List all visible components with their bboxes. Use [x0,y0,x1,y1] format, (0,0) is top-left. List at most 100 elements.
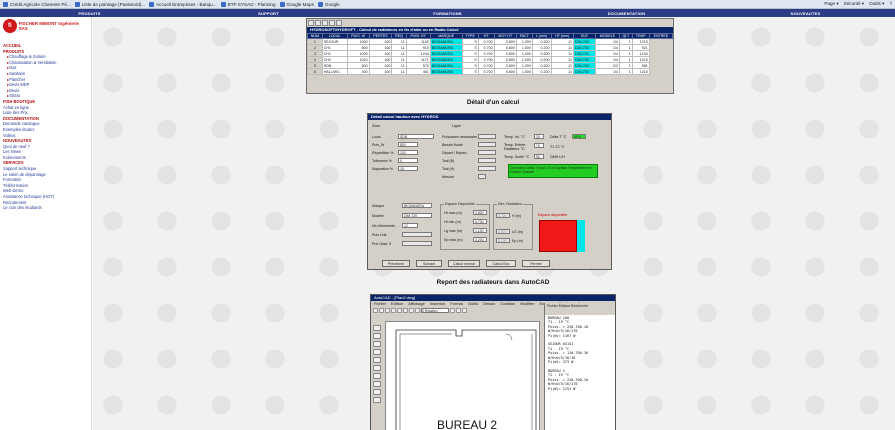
table-cell[interactable]: 461 [405,68,431,75]
input-tolerance[interactable]: 0 [398,158,418,163]
autocad-menu-item[interactable]: Cotation [500,301,515,307]
tool-icon[interactable] [462,308,467,313]
input-local[interactable]: SDB [398,134,434,139]
text-tool-icon[interactable] [373,365,381,371]
notepad-text[interactable]: BUREAU 100 T1 - 19 °C Puiss. = 220-700-1… [545,315,615,392]
rectangle-tool-icon[interactable] [373,341,381,347]
toolbar-button-icon[interactable] [315,20,321,26]
input-temp-entree[interactable]: 70 [534,143,544,148]
autocad-menu-item[interactable]: Affichage [408,301,425,307]
tool-icon[interactable] [391,308,396,313]
table-cell[interactable]: 6 [307,68,323,75]
help-menu[interactable]: ? [889,1,892,7]
hatch-tool-icon[interactable] [373,373,381,379]
site-logo[interactable]: fi FISCHER MIMONT Ingénierie SAS [3,19,88,33]
table-cell[interactable]: S [461,68,479,75]
input-modele[interactable]: DIM-720 [402,213,432,218]
move-tool-icon[interactable] [373,389,381,395]
favorite-link[interactable]: Google [317,1,340,7]
block-tool-icon[interactable] [373,381,381,387]
table-cell[interactable]: 0.200 [531,68,552,75]
nav-nouveautes[interactable]: NOUVEAUTES [716,11,895,16]
sidebar-item[interactable]: Le coin des étudiants [3,205,88,211]
line-tool-icon[interactable] [373,325,381,331]
table-cell[interactable]: 400 [346,68,370,75]
table-cell[interactable]: BIGSANDRA [429,68,463,75]
tools-menu[interactable]: Outils ▾ [869,1,884,7]
favorite-link[interactable]: Liste de pointage (Password)... [74,1,145,7]
toolbar-button-icon[interactable] [322,20,328,26]
table-cell[interactable]: 11 [391,68,407,75]
input-majoration[interactable]: 15 [398,166,418,171]
tool-icon[interactable] [415,308,420,313]
tool-icon[interactable] [373,308,378,313]
input-repartition[interactable]: 100 [398,150,418,155]
input-puis-w[interactable]: 800 [398,142,418,147]
autocad-menu-item[interactable]: Insertion [430,301,445,307]
nav-support[interactable]: SUPPORT [179,11,358,16]
autocad-menu-item[interactable]: Outils [468,301,478,307]
nav-formations[interactable]: FORMATIONS [358,11,537,16]
table-cell[interactable]: 1.000 [515,68,533,75]
arc-tool-icon[interactable] [373,349,381,355]
table-cell[interactable]: 0.800 [493,68,517,75]
table-cell[interactable]: HALL/WC [321,68,348,75]
rotate-tool-icon[interactable] [373,397,381,403]
autocad-menu-item[interactable]: Format [450,301,463,307]
toolbar-button-icon[interactable] [336,20,342,26]
drawing-canvas[interactable] [385,321,540,430]
input-ht-max[interactable]: 0.800 [473,210,487,215]
nav-produits[interactable]: PRODUITS [0,11,179,16]
tool-icon[interactable] [456,308,461,313]
calc-ecc-button[interactable]: Calcul Ecc [486,260,516,267]
input-temp-int[interactable]: 20 [534,134,544,139]
favorite-link[interactable]: Crédit Agricole Charente Pé... [3,1,71,7]
space-group-label: Espace Disponible [444,202,476,206]
input-ep-max[interactable]: 0.200 [473,237,487,242]
favorite-link[interactable]: Accueil Entreprises - Banqu... [149,1,217,7]
table-row[interactable]: 6 HALL/WC 400 100 11 461 BIGSANDRA S 0.700 0.800 1… [307,68,673,75]
calc-normal-button[interactable]: Calcul normal [448,260,480,267]
toolbar-button-icon[interactable] [329,20,335,26]
input-ht-min[interactable]: 0.700 [473,219,487,224]
toolbar-button-icon[interactable] [308,20,314,26]
table-cell[interactable]: 1/4 [595,68,620,75]
input-marque[interactable]: BIGSANDRA [402,203,432,208]
security-menu[interactable]: Sécurité ▾ [844,1,864,7]
input-nb-elements[interactable]: 12 [402,223,418,228]
tool-icon[interactable] [385,308,390,313]
table-cell[interactable]: 1 [618,68,633,75]
favorite-link[interactable]: Google Maps [279,1,314,7]
tool-icon[interactable] [397,308,402,313]
table-cell[interactable]: 11 [550,68,575,75]
input-lg-max[interactable]: 1.100 [473,228,487,233]
table-cell[interactable]: DIM-700 [572,68,597,75]
page-menu[interactable]: Page ▾ [824,1,838,7]
tab-ligne[interactable]: Ligne [452,124,461,128]
tool-icon[interactable] [379,308,384,313]
layer-select[interactable]: 0 Rotation [421,308,449,313]
floor-plan-drawing [395,329,537,430]
tool-icon[interactable] [409,308,414,313]
table-cell[interactable]: 1215 [631,68,650,75]
favorite-link[interactable]: BTP SYSAO - Planning [220,1,276,7]
input-temp-sortie[interactable]: 50 [534,154,544,159]
tool-icon[interactable] [450,308,455,313]
next-button[interactable]: Suivant [416,260,442,267]
close-button[interactable]: Fermer [522,260,550,267]
label-temp-entree: Temp. Entrée Radiateur °C [504,143,526,151]
table-cell[interactable]: 0.700 [477,68,495,75]
table-cell[interactable]: 100 [368,68,393,75]
autocad-menu-item[interactable]: Fichier [374,301,386,307]
autocad-menu-item[interactable]: Dessin [483,301,495,307]
autocad-menu-item[interactable]: Edition [391,301,403,307]
circle-tool-icon[interactable] [373,357,381,363]
notepad-menu[interactable]: Fichier Edition Recherche [545,303,615,315]
tab-zone[interactable]: Zone [372,124,380,128]
polyline-tool-icon[interactable] [373,333,381,339]
column-header[interactable]: ENTREE [648,33,674,39]
nav-documentation[interactable]: DOCUMENTATION [537,11,716,16]
autocad-menu-item[interactable]: Modifier [520,301,534,307]
previous-button[interactable]: Précédent [382,260,410,267]
tool-icon[interactable] [403,308,408,313]
